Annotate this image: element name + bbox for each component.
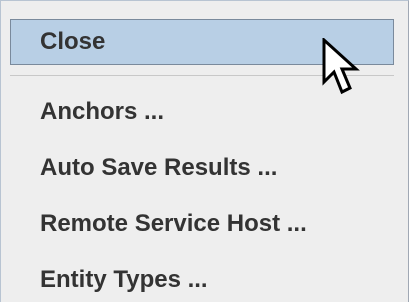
menu-item-label: Entity Types ... (40, 266, 208, 293)
arrow-pointer-icon (322, 38, 360, 95)
menu-item-anchors[interactable]: Anchors ... (10, 89, 164, 135)
menu-item-label: Close (40, 28, 106, 55)
menu-item-auto-save-results[interactable]: Auto Save Results ... (10, 145, 277, 191)
menu-item-label: Remote Service Host ... (40, 210, 307, 237)
menu-item-label: Auto Save Results ... (40, 154, 278, 181)
menu-item-label: Anchors ... (40, 98, 165, 125)
menu-item-entity-types[interactable]: Entity Types ... (10, 257, 208, 303)
menu-item-remote-service-host[interactable]: Remote Service Host ... (10, 201, 307, 247)
